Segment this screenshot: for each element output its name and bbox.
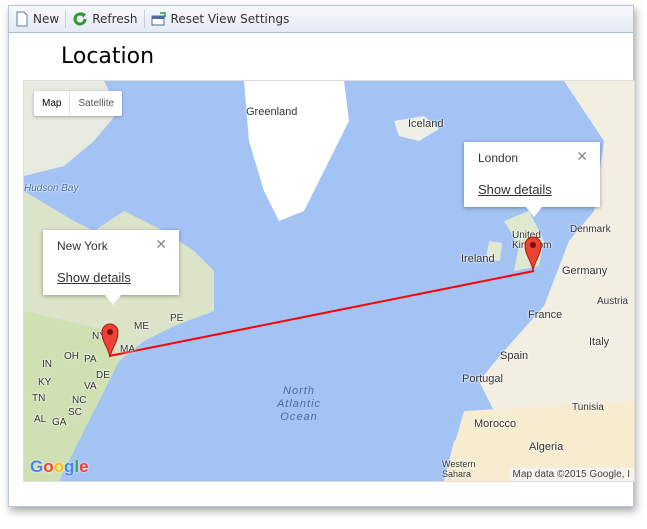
info-window-pointer (526, 207, 542, 217)
map-label: Portugal (462, 373, 503, 385)
refresh-label: Refresh (92, 12, 138, 26)
map-label: Germany (562, 265, 608, 277)
google-logo[interactable]: Google (30, 457, 89, 477)
map-label: Iceland (408, 118, 444, 130)
map-label: IN (42, 359, 52, 370)
close-icon[interactable]: ✕ (576, 148, 588, 165)
map-attribution: Map data ©2015 Google, I (508, 468, 634, 481)
map-marker-london[interactable] (524, 235, 542, 271)
info-window-pointer (105, 295, 121, 305)
new-label: New (33, 12, 60, 26)
reset-view-settings-button[interactable]: Reset View Settings (145, 8, 296, 30)
map-label: MA (120, 344, 135, 355)
info-window-title: New York (57, 239, 108, 253)
refresh-button[interactable]: Refresh (66, 8, 143, 30)
map-label: Tunisia (572, 402, 604, 413)
new-button[interactable]: New (9, 8, 65, 30)
map-label: PA (84, 354, 97, 365)
map-marker-new-york[interactable] (101, 322, 119, 358)
info-window-title: London (478, 151, 519, 165)
info-window-new-york: New York ✕ Show details (43, 230, 179, 305)
map-label: Greenland (246, 106, 298, 118)
map-label: AL (34, 414, 47, 425)
map-label: Western Sahara (442, 459, 476, 479)
map-label: OH (64, 351, 79, 362)
map-label: KY (38, 377, 52, 388)
map-type-control: Map Satellite (34, 91, 123, 116)
ocean-label-line: Atlantic (276, 398, 322, 410)
map-label: Ireland (461, 253, 495, 265)
map-label: PE (170, 313, 184, 324)
ocean-label: North Atlantic Ocean (264, 385, 334, 424)
reset-view-icon (151, 12, 166, 26)
new-document-icon (16, 11, 28, 27)
show-details-link[interactable]: Show details (478, 182, 552, 197)
map-label: Austria (597, 296, 629, 307)
map-label: Spain (500, 350, 529, 362)
map-label: SC (68, 407, 82, 418)
toolbar: New Refresh Reset View Settings (9, 6, 633, 33)
map-label: VA (84, 381, 97, 392)
map-label: TN (32, 393, 46, 404)
map-label: ME (134, 321, 149, 332)
map[interactable]: Greenland Iceland Hudson Bay Ireland Uni… (23, 80, 635, 482)
map-label: NC (72, 395, 87, 406)
reset-view-label: Reset View Settings (170, 12, 290, 26)
map-label: France (528, 309, 563, 321)
map-type-satellite-button[interactable]: Satellite (70, 91, 122, 116)
show-details-link[interactable]: Show details (57, 270, 131, 285)
map-label: Italy (589, 336, 610, 348)
map-label: Algeria (529, 441, 564, 453)
page-title: Location (61, 44, 155, 69)
info-window-london: London ✕ Show details (464, 142, 600, 217)
map-label: Morocco (474, 418, 517, 430)
map-label: GA (52, 417, 67, 428)
ocean-label-line: North (283, 385, 315, 397)
refresh-icon (73, 12, 87, 26)
map-label: DE (96, 370, 110, 381)
close-icon[interactable]: ✕ (155, 236, 167, 253)
window: New Refresh Reset View Settings Location… (8, 5, 635, 507)
map-type-map-button[interactable]: Map (34, 91, 71, 116)
ocean-label-line: Ocean (280, 411, 318, 423)
map-label: Denmark (570, 224, 611, 235)
map-label: Hudson Bay (24, 183, 79, 194)
